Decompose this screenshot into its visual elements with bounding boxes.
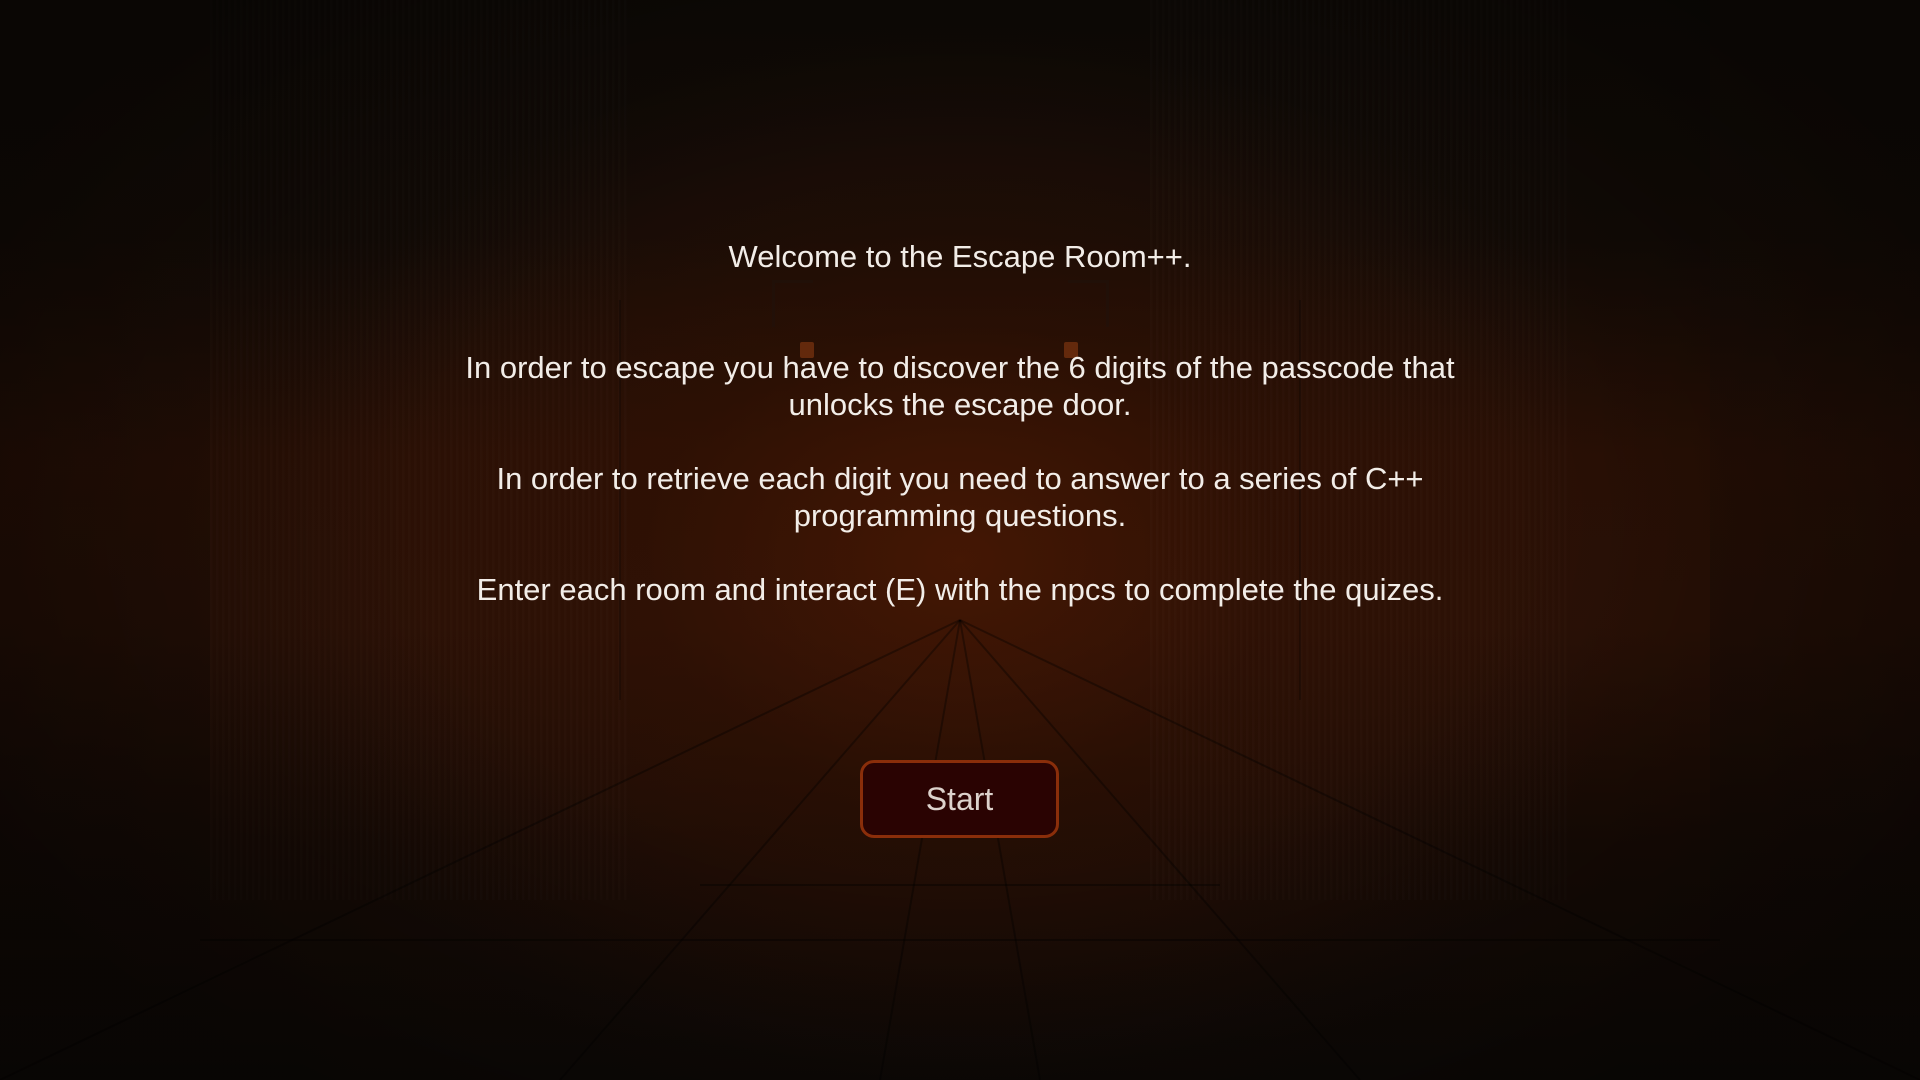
intro-text-block: Welcome to the Escape Room++. In order t… (410, 238, 1510, 608)
welcome-title: Welcome to the Escape Room++. (728, 239, 1192, 274)
intro-paragraph-questions: In order to retrieve each digit you need… (496, 461, 1424, 533)
start-button[interactable]: Start (860, 760, 1059, 838)
intro-paragraph-passcode: In order to escape you have to discover … (465, 350, 1455, 422)
intro-paragraph-instructions: Enter each room and interact (E) with th… (476, 572, 1444, 607)
start-button-label: Start (925, 780, 994, 817)
game-intro-screen: Welcome to the Escape Room++. In order t… (0, 0, 1920, 1080)
